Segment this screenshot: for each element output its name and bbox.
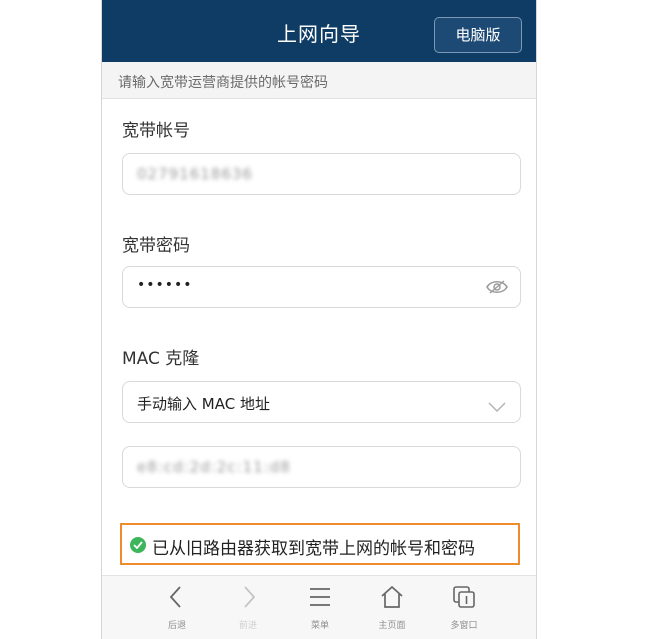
nav-home-label: 主页面: [378, 621, 406, 631]
nav-menu[interactable]: 菜单: [280, 576, 360, 639]
back-icon: [169, 586, 181, 608]
password-field[interactable]: ••••••: [122, 266, 521, 308]
success-message: 已从旧路由器获取到宽带上网的帐号和密码: [152, 539, 475, 559]
nav-windows[interactable]: 多窗口: [424, 576, 504, 639]
pc-version-button[interactable]: 电脑版: [434, 17, 522, 53]
nav-home[interactable]: 主页面: [352, 576, 432, 639]
mac-mode-value: 手动输入 MAC 地址: [137, 395, 270, 413]
account-value: 02791618636: [137, 165, 253, 183]
check-circle-icon: [130, 537, 146, 553]
nav-back[interactable]: 后退: [137, 576, 217, 639]
nav-menu-label: 菜单: [310, 621, 329, 631]
chevron-down-icon: [488, 398, 506, 413]
nav-back-label: 后退: [167, 621, 186, 631]
password-label: 宽带密码: [122, 236, 190, 256]
nav-windows-label: 多窗口: [450, 621, 478, 631]
hint-bar: 请输入宽带运营商提供的帐号密码: [102, 62, 536, 99]
mac-address-field[interactable]: e8:cd:2d:2c:11:d8: [122, 446, 521, 488]
account-field[interactable]: 02791618636: [122, 153, 521, 195]
hint-text: 请输入宽带运营商提供的帐号密码: [118, 75, 328, 91]
phone-screen: 上网向导 电脑版 请输入宽带运营商提供的帐号密码 宽带帐号 0279161863…: [101, 0, 537, 639]
account-label: 宽带帐号: [122, 121, 190, 141]
menu-icon: [310, 588, 330, 606]
mac-clone-label: MAC 克隆: [122, 349, 200, 369]
home-icon: [381, 585, 403, 608]
windows-icon: [453, 586, 475, 608]
bottom-nav: 后退 前进 菜单 主页面 多窗口: [102, 575, 536, 639]
mac-mode-select[interactable]: 手动输入 MAC 地址: [122, 381, 521, 423]
password-value: ••••••: [137, 277, 193, 293]
nav-forward[interactable]: 前进: [208, 576, 288, 639]
forward-icon: [244, 586, 256, 608]
eye-icon[interactable]: [486, 279, 508, 295]
nav-forward-label: 前进: [238, 621, 257, 631]
success-message-box: 已从旧路由器获取到宽带上网的帐号和密码: [120, 523, 520, 565]
top-bar: 上网向导 电脑版: [102, 0, 536, 62]
mac-address-value: e8:cd:2d:2c:11:d8: [137, 458, 291, 476]
